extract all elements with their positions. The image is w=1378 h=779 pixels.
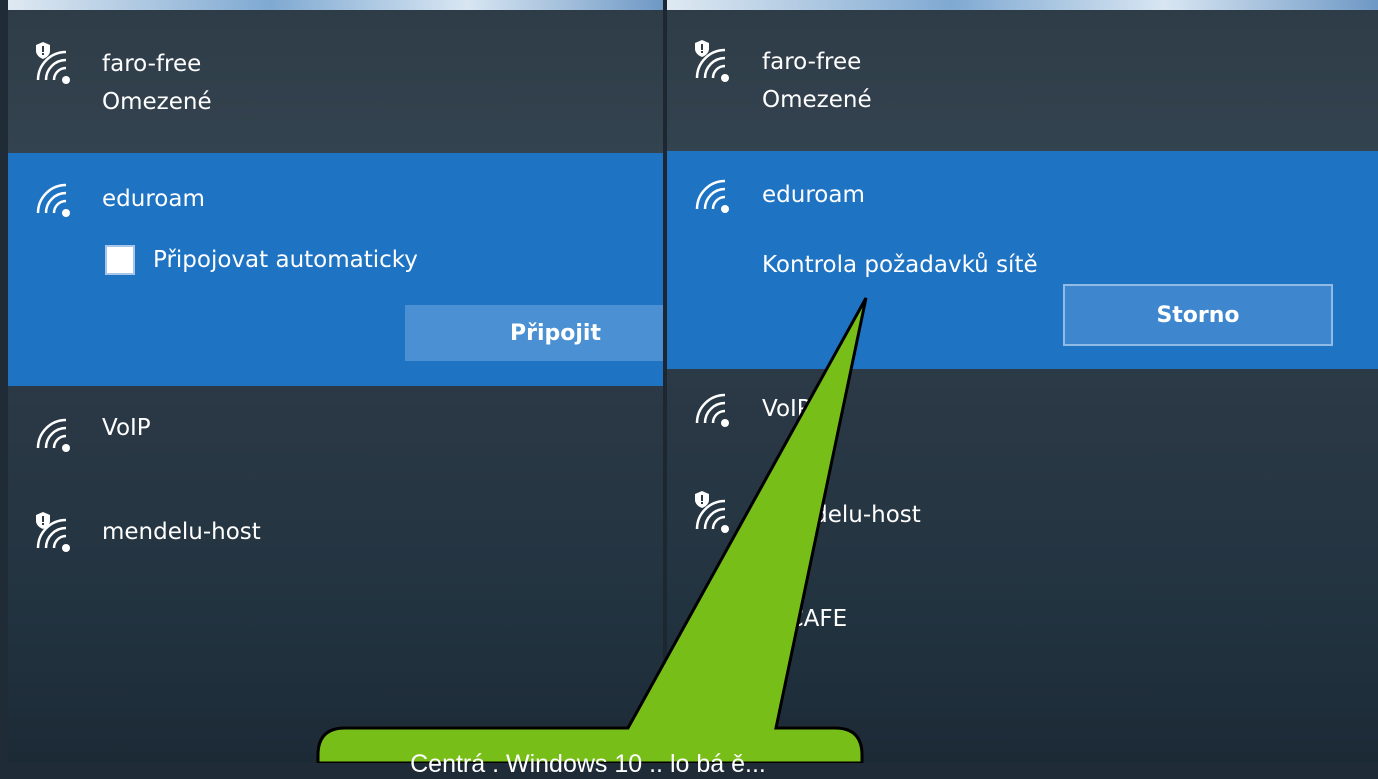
wifi-icon xyxy=(695,593,729,627)
network-item-voip[interactable]: VoIP xyxy=(8,386,663,476)
connect-button[interactable]: Připojit xyxy=(405,305,663,361)
network-status: Omezené xyxy=(762,87,872,113)
network-status: Omezené xyxy=(102,89,212,115)
callout-text: Centrá . Windows 10 .. lo bá ě... xyxy=(410,750,766,778)
auto-connect-checkbox[interactable] xyxy=(105,245,135,275)
network-item-eduroam[interactable]: eduroam Kontrola požadavků sítě Storno xyxy=(667,151,1378,369)
wifi-icon xyxy=(36,418,70,452)
wifi-icon xyxy=(36,50,70,84)
wifi-icon xyxy=(695,499,729,533)
network-item-cafe[interactable]: T_CAFE xyxy=(667,569,1378,669)
network-ssid: mendelu-host xyxy=(762,502,921,528)
network-status: Kontrola požadavků sítě xyxy=(762,252,1038,278)
network-ssid: VoIP xyxy=(102,415,151,441)
wifi-icon xyxy=(695,393,729,427)
wifi-icon xyxy=(695,179,729,213)
wifi-flyout-right: faro-free Omezené eduroam Kontrola požad… xyxy=(667,0,1378,763)
cancel-button[interactable]: Storno xyxy=(1063,284,1333,346)
network-item-faro-free[interactable]: faro-free Omezené xyxy=(8,10,663,153)
network-ssid: VoIP xyxy=(762,396,811,422)
network-ssid: faro-free xyxy=(762,49,862,75)
network-item-faro-free[interactable]: faro-free Omezené xyxy=(667,10,1378,151)
wifi-flyout-left: faro-free Omezené eduroam Připojovat aut… xyxy=(8,0,663,763)
wifi-icon xyxy=(36,518,70,552)
wifi-icon xyxy=(695,48,729,82)
network-ssid: eduroam xyxy=(102,186,205,212)
desktop-strip xyxy=(8,0,663,10)
wifi-icon xyxy=(36,183,70,217)
network-ssid: T_CAFE xyxy=(762,606,848,632)
network-item-mendelu-host[interactable]: mendelu-host xyxy=(8,476,663,586)
network-ssid: mendelu-host xyxy=(102,519,261,545)
network-ssid: faro-free xyxy=(102,51,202,77)
desktop-strip xyxy=(667,0,1378,10)
network-ssid: eduroam xyxy=(762,182,865,208)
network-item-voip[interactable]: VoIP xyxy=(667,369,1378,469)
auto-connect-label: Připojovat automaticky xyxy=(153,247,418,273)
network-item-eduroam[interactable]: eduroam Připojovat automaticky Připojit xyxy=(8,153,663,386)
network-item-mendelu-host[interactable]: mendelu-host xyxy=(667,469,1378,569)
